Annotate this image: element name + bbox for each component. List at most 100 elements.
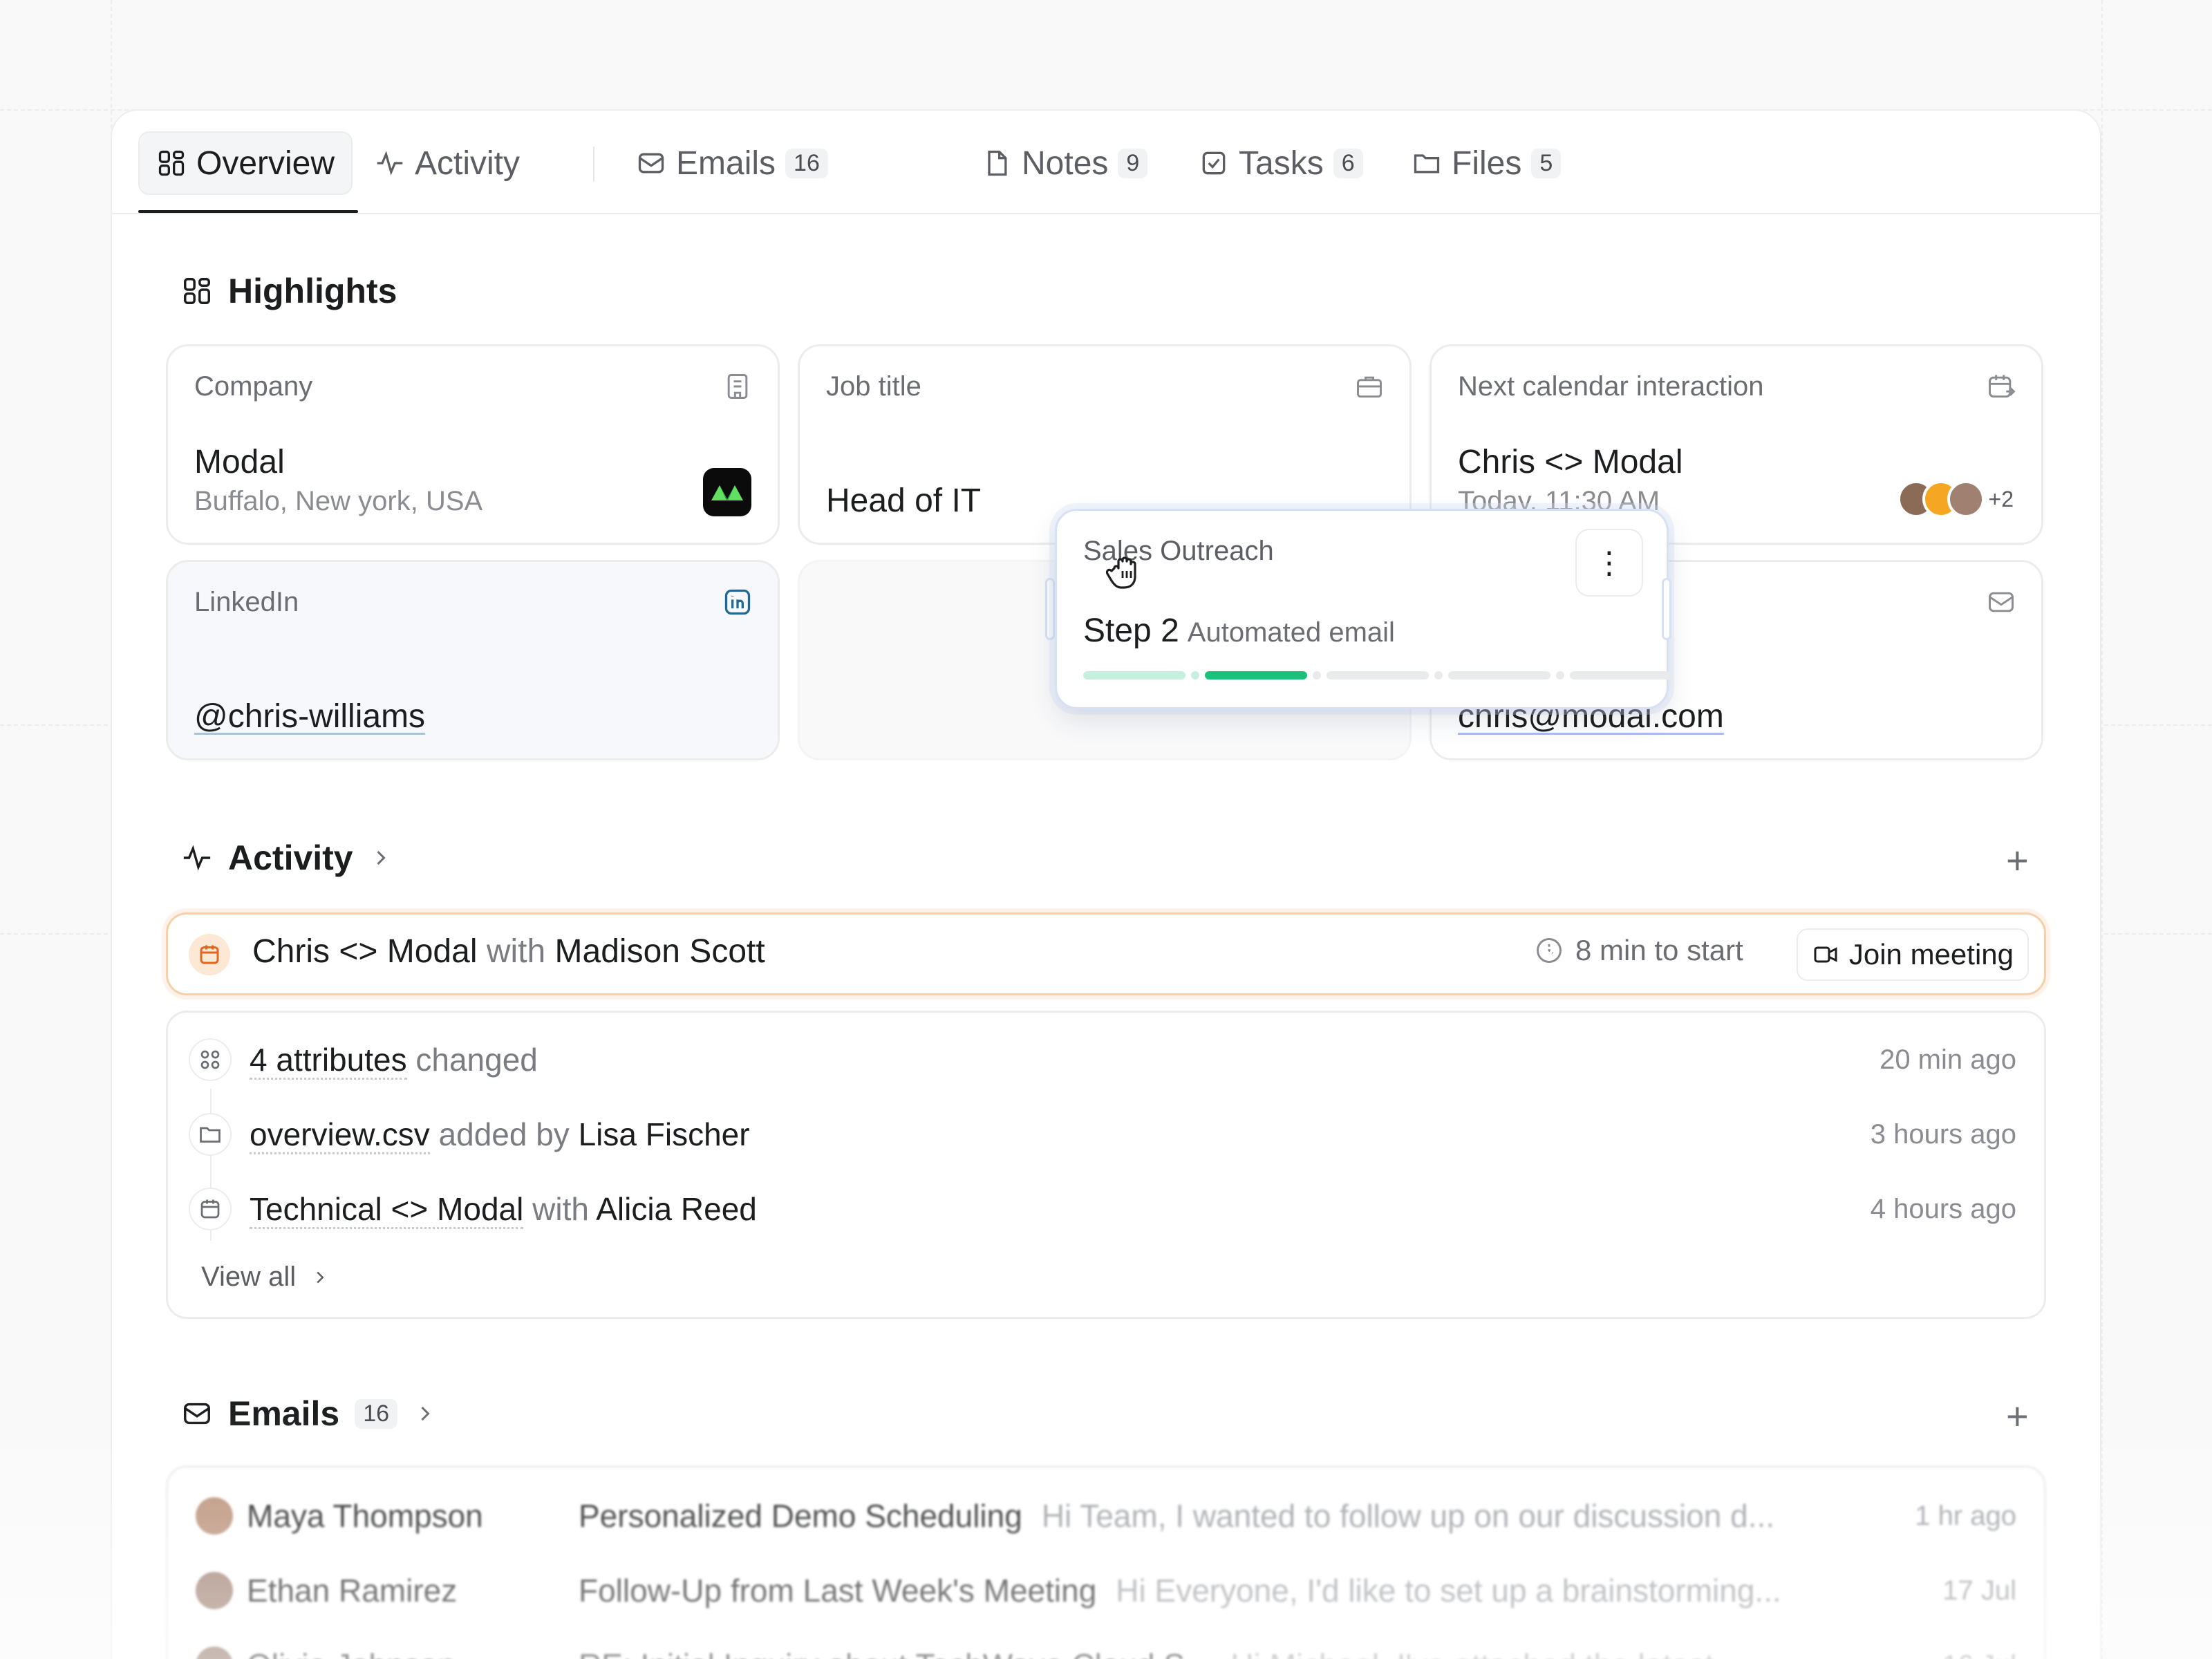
record-panel: Overview Activity Emails 16 Notes 9 Task…	[111, 109, 2101, 1659]
email-time: 16 Jul	[1942, 1650, 2016, 1659]
tab-label: Activity	[415, 144, 521, 182]
tab-tasks[interactable]: Tasks 6	[1182, 131, 1380, 195]
calendar-icon	[200, 945, 219, 964]
sequence-progress	[1083, 671, 1672, 679]
add-activity-button[interactable]: +	[2006, 838, 2029, 883]
company-card[interactable]: Company Modal Buffalo, New york, USA	[166, 344, 780, 545]
activity-subject[interactable]: overview.csv	[250, 1116, 430, 1154]
linkedin-card[interactable]: LinkedIn @chris-williams	[166, 560, 780, 760]
avatar	[1947, 480, 1985, 518]
progress-dot	[1313, 671, 1321, 679]
tab-label: Files	[1452, 144, 1522, 182]
emails-list: Maya Thompson Personalized Demo Scheduli…	[166, 1465, 2046, 1659]
email-time: 17 Jul	[1942, 1575, 2016, 1606]
add-email-button[interactable]: +	[2006, 1394, 2029, 1438]
activity-item-icon	[189, 1188, 232, 1230]
chevron-right-icon	[421, 1406, 430, 1421]
calendar-event: Chris <> Modal	[1458, 444, 1683, 480]
activity-icon	[377, 151, 403, 176]
modal-logo-icon	[711, 485, 743, 500]
list-item[interactable]: 4 attributes changed 20 min ago	[189, 1032, 2016, 1087]
progress-segment	[1448, 671, 1550, 679]
tab-count-badge: 6	[1333, 148, 1363, 178]
highlights-icon	[184, 278, 210, 304]
activity-verb: added by	[438, 1116, 570, 1152]
list-item[interactable]: overview.csv added by Lisa Fischer 3 hou…	[189, 1107, 2016, 1162]
progress-segment	[1327, 671, 1429, 679]
email-preview: Hi Team, I wanted to follow up on our di…	[1041, 1498, 1775, 1534]
view-all-link[interactable]: View all	[201, 1262, 330, 1293]
emails-title: Emails	[228, 1394, 340, 1433]
tab-count-badge: 9	[1118, 148, 1148, 178]
avatar	[196, 1497, 233, 1535]
table-row[interactable]: Ethan Ramirez Follow-Up from Last Week's…	[196, 1563, 2016, 1618]
calendar-sync-icon	[1989, 375, 2016, 398]
drag-handle-right[interactable]	[1662, 578, 1671, 640]
activity-person: Lisa Fischer	[578, 1116, 750, 1152]
activity-time: 20 min ago	[1880, 1044, 2016, 1075]
meeting-countdown: 8 min to start	[1534, 934, 1743, 967]
tab-label: Emails	[676, 144, 776, 182]
linkedin-icon	[724, 589, 751, 615]
join-meeting-button[interactable]: Join meeting	[1796, 928, 2029, 981]
mail-icon	[638, 153, 664, 174]
chevron-right-icon	[317, 1271, 324, 1283]
progress-dot	[1191, 671, 1199, 679]
building-icon	[727, 374, 748, 399]
card-label: LinkedIn	[194, 587, 299, 617]
highlights-title: Highlights	[228, 272, 397, 310]
linkedin-link[interactable]: @chris-williams	[194, 697, 425, 735]
email-sender: Maya Thompson	[247, 1498, 483, 1534]
calendar-icon	[200, 1199, 220, 1219]
view-all-label: View all	[201, 1262, 297, 1292]
company-name: Modal	[194, 444, 285, 480]
attendee-avatars: +2	[1897, 480, 2014, 518]
drag-handle-left[interactable]	[1045, 578, 1055, 640]
more-options-button[interactable]: ⋮	[1575, 529, 1643, 597]
activity-subject[interactable]: 4 attributes	[250, 1042, 407, 1080]
tab-label: Tasks	[1239, 144, 1324, 182]
tab-divider	[593, 147, 594, 181]
active-tab-indicator	[138, 210, 358, 213]
table-row[interactable]: Maya Thompson Personalized Demo Scheduli…	[196, 1488, 2016, 1544]
email-sender: Ethan Ramirez	[247, 1573, 458, 1609]
video-icon	[1814, 946, 1837, 963]
activity-verb: with	[532, 1191, 589, 1227]
mail-icon	[184, 1403, 210, 1425]
email-subject: RE: Initial Inquiry about TechWave Cloud…	[579, 1647, 1211, 1659]
upcoming-meeting-row[interactable]: Chris <> Modal with Madison Scott 8 min …	[166, 912, 2046, 995]
progress-dot	[1434, 671, 1443, 679]
tab-label: Notes	[1022, 144, 1109, 182]
highlights-heading: Highlights	[181, 271, 397, 311]
attributes-icon	[200, 1050, 220, 1069]
meeting-title: Chris <> Modal	[252, 933, 478, 970]
tab-overview[interactable]: Overview	[138, 131, 353, 195]
tab-files[interactable]: Files 5	[1395, 131, 1577, 195]
emails-heading[interactable]: Emails 16	[181, 1394, 438, 1434]
tab-notes[interactable]: Notes 9	[965, 131, 1164, 195]
mail-icon	[1989, 592, 2014, 612]
tab-count-badge: 16	[785, 148, 828, 178]
folder-icon	[200, 1127, 221, 1143]
briefcase-icon	[1357, 376, 1382, 398]
grab-cursor-icon	[1105, 556, 1136, 589]
activity-icon	[183, 845, 211, 871]
card-label: Next calendar interaction	[1458, 371, 1764, 402]
list-item[interactable]: Technical <> Modal with Alicia Reed 4 ho…	[189, 1181, 2016, 1237]
email-sender: Olivia Johnson	[247, 1647, 579, 1659]
tab-activity[interactable]: Activity	[358, 131, 536, 195]
job-title-value: Head of IT	[826, 482, 982, 519]
progress-segment	[1570, 671, 1672, 679]
company-location: Buffalo, New york, USA	[194, 486, 483, 516]
tab-emails[interactable]: Emails 16	[619, 131, 845, 195]
tab-count-badge: 5	[1531, 148, 1562, 178]
sequence-step: Step 2 Automated email	[1083, 612, 1395, 650]
sequence-popover[interactable]: Sales Outreach ⋮ Step 2 Automated email	[1055, 509, 1672, 709]
progress-dot	[1556, 671, 1564, 679]
countdown-text: 8 min to start	[1575, 934, 1743, 966]
step-description: Automated email	[1187, 617, 1395, 648]
activity-heading[interactable]: Activity	[181, 838, 393, 878]
progress-segment	[1205, 671, 1307, 679]
activity-subject[interactable]: Technical <> Modal	[250, 1191, 524, 1229]
table-row[interactable]: Olivia Johnson RE: Initial Inquiry about…	[196, 1638, 2016, 1659]
